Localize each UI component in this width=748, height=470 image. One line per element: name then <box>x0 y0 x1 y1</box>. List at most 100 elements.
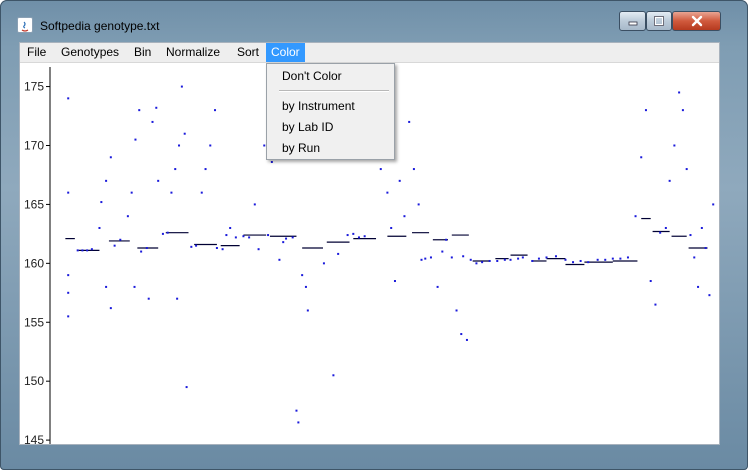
maximize-button[interactable] <box>646 11 672 31</box>
data-point <box>304 285 307 288</box>
data-point <box>138 109 141 112</box>
data-point <box>248 236 251 239</box>
data-point <box>626 256 629 259</box>
data-point <box>166 231 169 234</box>
title-bar[interactable]: Softpedia genotype.txt <box>0 0 748 38</box>
data-point <box>554 255 557 258</box>
data-point <box>509 258 512 261</box>
data-point <box>668 179 671 182</box>
data-point <box>352 232 355 235</box>
data-point <box>346 234 349 237</box>
data-point <box>640 156 643 159</box>
data-point <box>412 168 415 171</box>
data-point <box>619 257 622 260</box>
data-point <box>450 256 453 259</box>
data-point <box>140 250 143 253</box>
close-icon <box>691 15 702 27</box>
data-point <box>178 144 181 147</box>
data-point <box>119 238 122 241</box>
data-point <box>282 241 285 244</box>
data-point <box>67 191 70 194</box>
data-point <box>708 294 711 297</box>
minimize-button[interactable] <box>619 11 646 31</box>
data-point <box>678 91 681 94</box>
menu-item-by-instrument[interactable]: by Instrument <box>267 96 394 116</box>
menu-item-by-lab-id[interactable]: by Lab ID <box>267 117 394 137</box>
data-point <box>270 160 273 163</box>
data-point <box>297 421 300 424</box>
data-point <box>441 250 444 253</box>
data-point <box>469 258 472 261</box>
data-point <box>496 259 499 262</box>
menu-file[interactable]: File <box>22 43 51 62</box>
data-point <box>681 109 684 112</box>
data-point <box>214 109 217 112</box>
y-tick-label: 175 <box>24 80 44 94</box>
data-point <box>257 248 260 251</box>
y-tick-label: 165 <box>24 197 44 211</box>
data-point <box>209 144 212 147</box>
data-point <box>517 257 520 260</box>
data-point <box>545 256 548 259</box>
data-point <box>436 285 439 288</box>
window-frame: Softpedia genotype.txt File Genotypes Bi… <box>0 0 748 470</box>
data-point <box>587 261 590 264</box>
close-button[interactable] <box>672 11 721 31</box>
data-point <box>295 409 298 412</box>
data-point <box>278 258 281 261</box>
menu-item-dont-color[interactable]: Don't Color <box>267 66 394 86</box>
menu-bin[interactable]: Bin <box>129 43 156 62</box>
data-point <box>393 280 396 283</box>
y-tick-label: 160 <box>24 256 44 270</box>
data-point <box>521 256 524 259</box>
data-point <box>408 120 411 123</box>
data-point <box>130 191 133 194</box>
data-point <box>689 234 692 237</box>
data-point <box>429 256 432 259</box>
data-point <box>475 262 478 265</box>
data-point <box>704 247 707 250</box>
data-point <box>455 309 458 312</box>
data-point <box>234 236 237 239</box>
data-point <box>572 261 575 264</box>
data-point <box>673 144 676 147</box>
data-point <box>531 259 534 262</box>
y-axis: 175 170 165 160 155 150 145 <box>24 67 51 444</box>
y-tick-label: 170 <box>24 138 44 152</box>
data-point <box>398 179 401 182</box>
menu-color[interactable]: Color <box>266 43 305 62</box>
menu-sort[interactable]: Sort <box>232 43 264 62</box>
data-point <box>81 249 84 252</box>
menu-normalize[interactable]: Normalize <box>161 43 225 62</box>
data-point <box>604 258 607 261</box>
menu-item-by-run[interactable]: by Run <box>267 138 394 158</box>
data-point <box>225 234 228 237</box>
data-point <box>76 249 79 252</box>
data-point <box>420 258 423 261</box>
data-point <box>195 244 198 247</box>
data-point <box>100 201 103 204</box>
data-point <box>306 309 309 312</box>
data-point <box>291 236 294 239</box>
data-point <box>126 215 129 218</box>
data-point <box>67 315 70 318</box>
data-point <box>649 280 652 283</box>
data-point <box>332 374 335 377</box>
data-point <box>685 168 688 171</box>
data-point <box>98 226 101 229</box>
data-point <box>105 285 108 288</box>
data-point <box>109 307 112 310</box>
data-point <box>363 235 366 238</box>
data-point <box>481 261 484 264</box>
data-point <box>379 168 382 171</box>
data-point <box>693 256 696 259</box>
data-point <box>634 215 637 218</box>
data-point <box>176 297 179 300</box>
data-point <box>537 257 540 260</box>
data-point <box>263 144 266 147</box>
y-tick-label: 155 <box>24 315 44 329</box>
menu-genotypes[interactable]: Genotypes <box>56 43 124 62</box>
data-point <box>390 226 393 229</box>
data-point <box>488 259 491 262</box>
data-point <box>654 303 657 306</box>
